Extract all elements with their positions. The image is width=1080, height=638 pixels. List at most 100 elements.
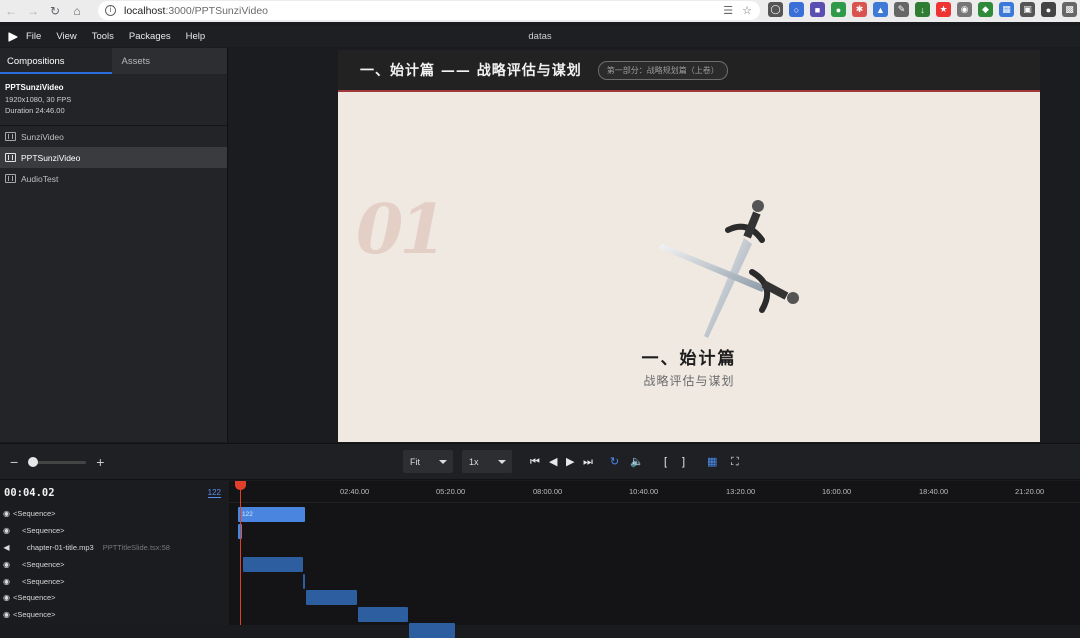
track-row[interactable]: ◉ <Sequence> <box>0 556 228 573</box>
extension-circle-icon[interactable]: ○ <box>789 2 804 17</box>
timeline-clip[interactable] <box>243 557 303 572</box>
play-icon[interactable]: ▶ <box>566 455 574 469</box>
in-point-icon[interactable]: [ <box>664 455 667 469</box>
ruler-label: 21:20.00 <box>1015 487 1045 496</box>
remotion-logo-icon[interactable] <box>0 31 26 42</box>
extensions-puzzle-icon[interactable]: ▩ <box>1062 2 1077 17</box>
playhead-handle[interactable] <box>235 481 246 490</box>
slide-number: 01 <box>356 190 447 270</box>
extension-glasses-icon[interactable]: ● <box>1041 2 1056 17</box>
menu-tools[interactable]: Tools <box>92 31 114 42</box>
step-back-icon[interactable]: ◀​ <box>549 455 557 469</box>
extension-new-icon[interactable]: ★ <box>936 2 951 17</box>
track-label: <Sequence> <box>13 509 56 518</box>
track-label: <Sequence> <box>22 526 65 535</box>
speaker-icon[interactable]: ◀ <box>0 543 13 552</box>
step-forward-icon[interactable]: ⏭ <box>583 455 593 469</box>
ruler-label: 10:40.00 <box>629 487 659 496</box>
zoom-out-icon[interactable]: − <box>10 454 18 470</box>
composition-item-label: AudioTest <box>21 173 59 184</box>
timeline-zoom: − + <box>10 454 104 470</box>
checkerboard-icon[interactable]: ▦ <box>707 455 717 469</box>
eye-icon[interactable]: ◉ <box>0 526 13 535</box>
tab-compositions[interactable]: Compositions <box>0 48 112 74</box>
url-host: localhost <box>124 4 166 17</box>
tab-assets[interactable]: Assets <box>111 48 227 74</box>
zoom-in-icon[interactable]: + <box>96 454 104 470</box>
home-icon[interactable]: ⌂ <box>66 0 88 22</box>
composition-item-pptsunzivideo[interactable]: PPTSunziVideo <box>0 147 227 168</box>
fullscreen-icon[interactable]: ⛶ <box>731 455 739 469</box>
zoom-slider-knob[interactable] <box>28 456 39 467</box>
playback-rate-value: 1x <box>469 456 479 467</box>
zoom-slider[interactable] <box>28 456 87 467</box>
site-info-icon[interactable]: i <box>105 5 116 16</box>
timecode: 00:04.02 <box>4 487 55 499</box>
ruler-label: 16:00.00 <box>822 487 852 496</box>
extension-grid-icon[interactable]: ▦ <box>999 2 1014 17</box>
extension-camera-icon[interactable]: ◉ <box>957 2 972 17</box>
playhead[interactable] <box>240 481 241 625</box>
eye-icon[interactable]: ◉ <box>0 509 13 518</box>
timeline-clip[interactable] <box>358 607 408 622</box>
eye-icon[interactable]: ◉ <box>0 610 13 619</box>
track-row[interactable]: ◀ chapter-01-title.mp3 PPTTitleSlide.tsx… <box>0 539 228 556</box>
fit-select[interactable]: Fit <box>403 450 453 473</box>
crossed-swords-icon <box>658 200 799 338</box>
out-point-icon[interactable]: ] <box>682 455 685 469</box>
slide-heading: 一、始计篇 <box>641 349 737 369</box>
track-label: <Sequence> <box>22 577 65 586</box>
eye-icon[interactable]: ◉ <box>0 577 13 586</box>
composition-resolution: 1920x1080, 30 FPS <box>5 94 72 104</box>
extension-save-icon[interactable]: ▣ <box>1020 2 1035 17</box>
playback-rate-select[interactable]: 1x <box>462 450 512 473</box>
frame-number[interactable]: 122 <box>207 488 221 498</box>
bookmark-star-icon[interactable]: ☆ <box>742 4 752 17</box>
eye-icon[interactable]: ◉ <box>0 593 13 602</box>
composition-name: PPTSunziVideo <box>5 83 64 92</box>
back-icon[interactable]: ← <box>0 0 22 22</box>
app-menu-bar: datas File View Tools Packages Help <box>0 26 1080 47</box>
clip-label: 122 <box>242 511 253 518</box>
composition-item-sunzivideo[interactable]: SunziVideo <box>0 126 227 147</box>
extension-ia-icon[interactable]: ■ <box>810 2 825 17</box>
ruler-label: 13:20.00 <box>726 487 756 496</box>
eye-icon[interactable]: ◉ <box>0 560 13 569</box>
composition-item-label: SunziVideo <box>21 131 64 142</box>
track-row[interactable]: ◉ <Sequence> <box>0 589 228 606</box>
jump-to-start-icon[interactable]: ⏮ <box>530 455 540 469</box>
menu-view[interactable]: View <box>56 31 76 42</box>
address-bar[interactable]: i localhost:3000/PPTSunziVideo ☰ ☆ <box>98 1 760 20</box>
timeline-clip[interactable] <box>409 623 455 638</box>
timeline-canvas[interactable]: 02:40.00 05:20.00 08:00.00 10:40.00 13:2… <box>229 481 1080 638</box>
extension-g-icon[interactable]: ◆ <box>978 2 993 17</box>
menu-file[interactable]: File <box>26 31 41 42</box>
menu-packages[interactable]: Packages <box>129 31 171 42</box>
timeline-clip[interactable]: 122 <box>238 507 305 522</box>
timeline-clip[interactable] <box>306 590 357 605</box>
extension-shield-icon[interactable]: ◯ <box>768 2 783 17</box>
extension-leaf-icon[interactable]: ● <box>831 2 846 17</box>
slide-badge: 第一部分：战略规划篇（上卷） <box>597 60 728 80</box>
forward-icon[interactable]: → <box>22 0 44 22</box>
film-icon <box>5 174 16 183</box>
timeline-clip[interactable] <box>303 574 305 589</box>
volume-icon[interactable]: 🔈 <box>630 455 644 469</box>
extension-pen-icon[interactable]: ✎ <box>894 2 909 17</box>
composition-list: SunziVideo PPTSunziVideo AudioTest <box>0 126 227 189</box>
translate-icon[interactable]: ☰ <box>723 4 733 17</box>
slide-canvas[interactable]: 一、始计篇 —— 战略评估与谋划 第一部分：战略规划篇（上卷） 01 一、始计篇… <box>338 50 1040 442</box>
menu-help[interactable]: Help <box>186 31 206 42</box>
track-row[interactable]: ◉ <Sequence> <box>0 606 228 623</box>
loop-icon[interactable]: ↻ <box>610 455 619 469</box>
composition-item-audiotest[interactable]: AudioTest <box>0 168 227 189</box>
track-row[interactable]: ◉ <Sequence> <box>0 522 228 539</box>
reload-icon[interactable]: ↻ <box>44 0 66 22</box>
extension-bird-icon[interactable]: ▲ <box>873 2 888 17</box>
track-row[interactable]: ◉ <Sequence> <box>0 505 228 522</box>
sidebar-tabs: Compositions Assets <box>0 48 227 74</box>
extension-download-icon[interactable]: ↓ <box>915 2 930 17</box>
track-row[interactable]: ◉ <Sequence> <box>0 573 228 590</box>
timeline-ruler[interactable]: 02:40.00 05:20.00 08:00.00 10:40.00 13:2… <box>229 481 1080 503</box>
extension-star-icon[interactable]: ✱ <box>852 2 867 17</box>
